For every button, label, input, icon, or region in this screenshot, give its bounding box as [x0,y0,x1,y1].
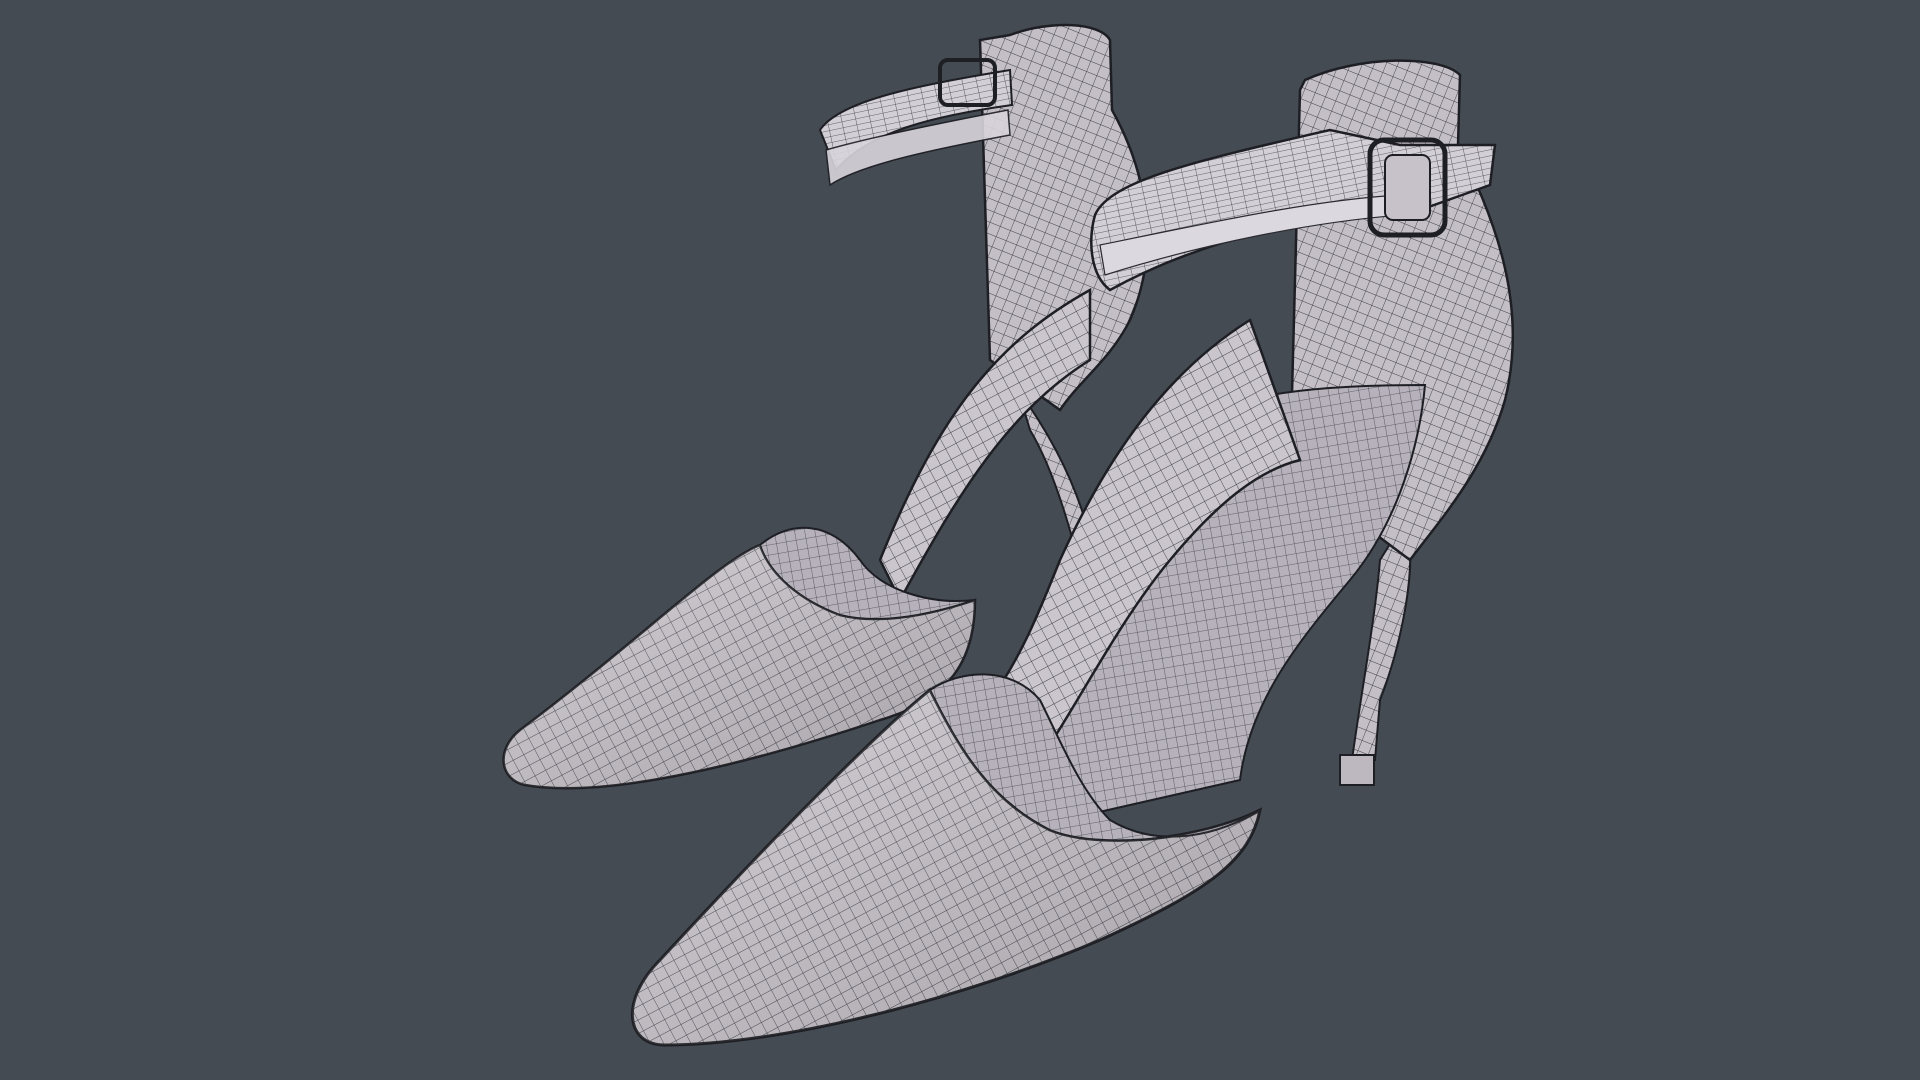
right-heel-tip [1339,754,1375,786]
left-side-quarter [878,287,1092,603]
wireframe-render [502,23,1515,1047]
right-buckle-inner [1384,154,1431,221]
3d-viewport[interactable] [0,0,1920,1080]
